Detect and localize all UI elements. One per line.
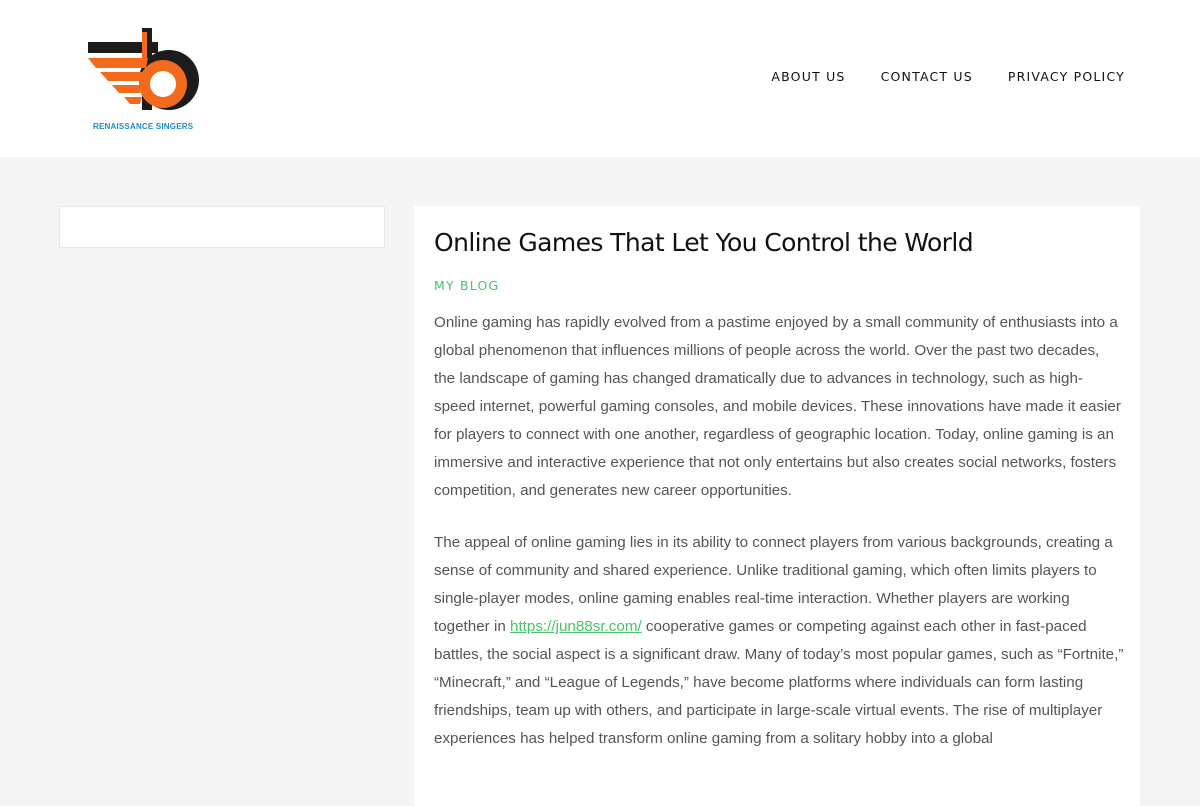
paragraph-text: cooperative games or competing against e… <box>434 618 1124 747</box>
site-logo[interactable]: RENAISSANCE SINGERS <box>86 24 216 136</box>
nav-privacy-policy[interactable]: PRIVACY POLICY <box>1008 69 1125 84</box>
inline-link[interactable]: https://jun88sr.com/ <box>510 618 642 635</box>
post-category-link[interactable]: MY BLOG <box>434 278 499 293</box>
post-article: Online Games That Let You Control the Wo… <box>414 206 1140 806</box>
post-title: Online Games That Let You Control the Wo… <box>434 228 974 257</box>
nav-contact-us[interactable]: CONTACT US <box>881 69 973 84</box>
post-body: Online gaming has rapidly evolved from a… <box>434 309 1124 777</box>
site-header: RENAISSANCE SINGERS ABOUT US CONTACT US … <box>0 0 1200 157</box>
main-navigation: ABOUT US CONTACT US PRIVACY POLICY <box>736 69 1125 84</box>
logo-mark-icon <box>88 28 199 110</box>
post-paragraph-2: The appeal of online gaming lies in its … <box>434 529 1124 753</box>
logo-text: RENAISSANCE SINGERS <box>93 122 194 131</box>
nav-about-us[interactable]: ABOUT US <box>771 69 845 84</box>
sidebar-widget <box>59 206 385 248</box>
post-paragraph-1: Online gaming has rapidly evolved from a… <box>434 314 1121 499</box>
